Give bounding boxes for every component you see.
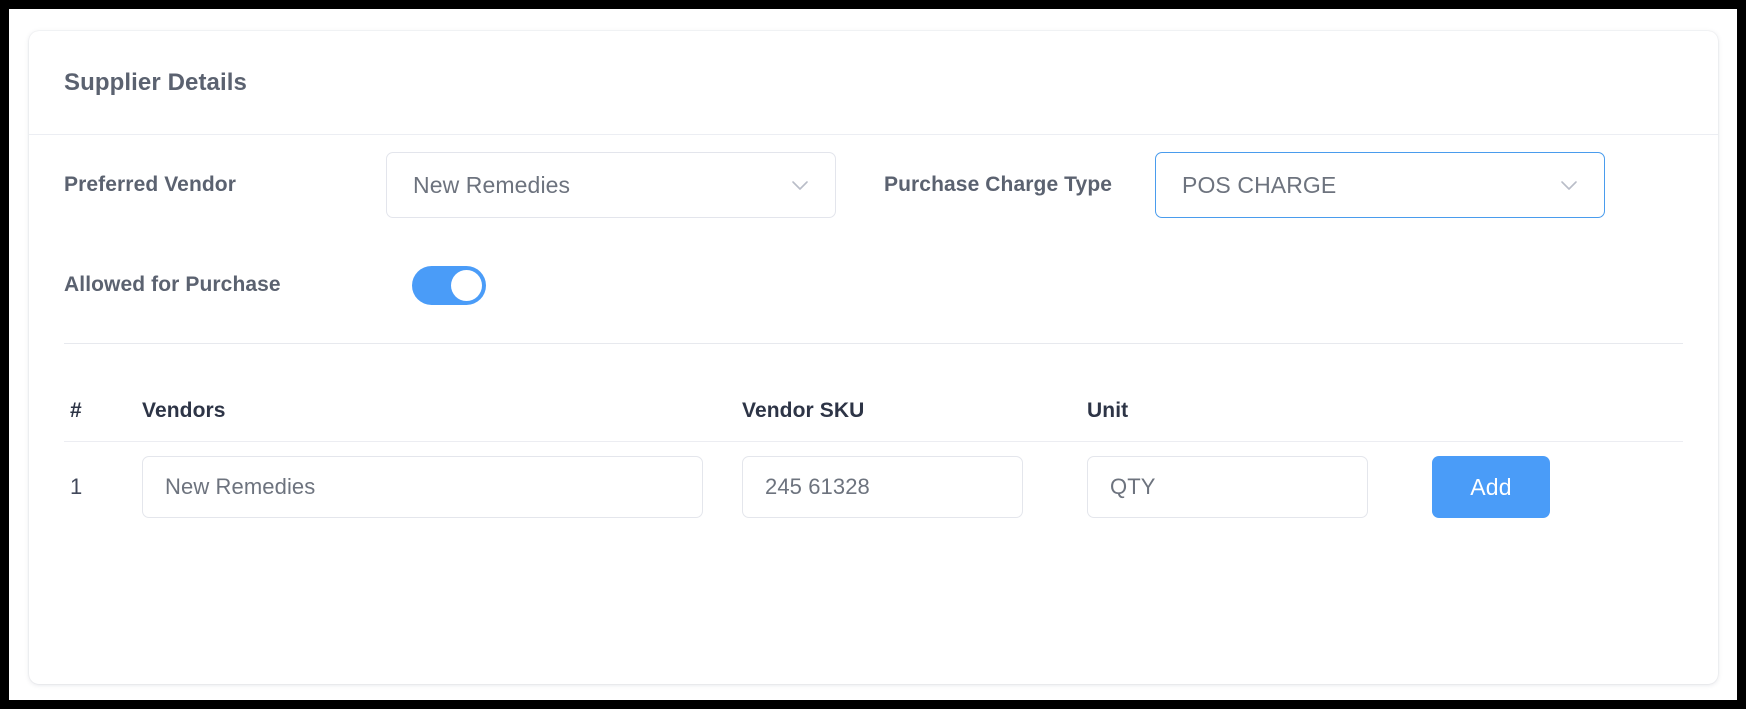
table-header-number: # [70, 398, 82, 422]
unit-input[interactable]: QTY [1087, 456, 1368, 518]
allowed-for-purchase-toggle-wrap [386, 265, 836, 305]
toggle-knob [451, 269, 482, 301]
table-header-vendor-sku: Vendor SKU [742, 398, 865, 422]
add-button[interactable]: Add [1432, 456, 1550, 518]
vendors-table: # Vendors Vendor SKU Unit 1 New Remedies… [64, 380, 1683, 532]
row-unit-cell: QTY [1087, 456, 1432, 518]
row-action-cell: Add [1432, 456, 1612, 518]
preferred-vendor-select[interactable]: New Remedies [386, 152, 836, 218]
vendor-name-input[interactable]: New Remedies [142, 456, 703, 518]
vendor-sku-input[interactable]: 245 61328 [742, 456, 1023, 518]
preferred-vendor-value: New Remedies [413, 171, 571, 198]
table-header-row: # Vendors Vendor SKU Unit [64, 380, 1683, 442]
chevron-down-icon [1556, 172, 1582, 198]
allowed-for-purchase-toggle[interactable] [412, 265, 486, 305]
chevron-down-icon [787, 172, 813, 198]
row-index: 1 [70, 474, 83, 499]
purchase-charge-type-label: Purchase Charge Type [884, 173, 1113, 196]
table-row: 1 New Remedies 245 61328 QTY Add [64, 442, 1683, 532]
page-title: Supplier Details [64, 68, 247, 96]
card-header: Supplier Details [29, 31, 1718, 135]
purchase-charge-type-value: POS CHARGE [1182, 171, 1337, 198]
row-vendor-cell: New Remedies [142, 456, 742, 518]
form-row-vendor-charge: Preferred Vendor New Remedies Purchase C… [64, 135, 1683, 235]
table-header-vendors: Vendors [142, 398, 226, 422]
section-divider [64, 343, 1683, 344]
preferred-vendor-label: Preferred Vendor [64, 173, 236, 196]
row-sku-cell: 245 61328 [742, 456, 1087, 518]
form-row-allowed-for-purchase: Allowed for Purchase [64, 235, 1683, 335]
supplier-details-card: Supplier Details Preferred Vendor New Re… [29, 31, 1718, 684]
purchase-charge-type-select[interactable]: POS CHARGE [1155, 152, 1605, 218]
allowed-for-purchase-label: Allowed for Purchase [64, 273, 281, 296]
card-body: Preferred Vendor New Remedies Purchase C… [29, 135, 1718, 532]
page-surface: Supplier Details Preferred Vendor New Re… [9, 9, 1737, 700]
table-header-unit: Unit [1087, 398, 1129, 422]
